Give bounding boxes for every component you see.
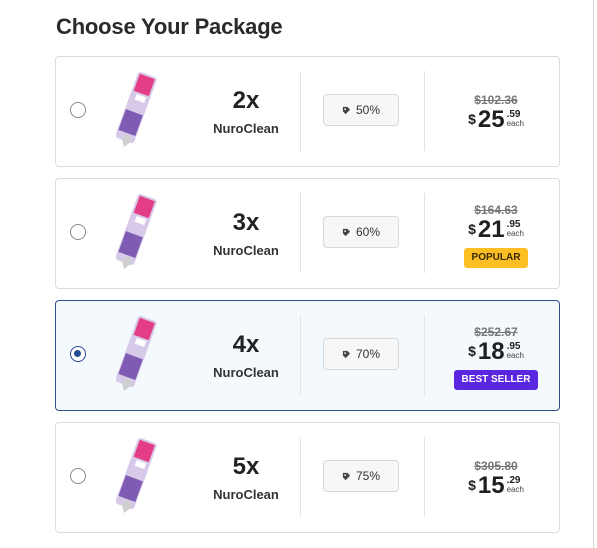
product-image [116,194,157,269]
product-name: NuroClean [213,365,279,380]
currency: $ [468,221,476,237]
currency: $ [468,477,476,493]
discount-value: 75% [355,469,381,483]
radio-icon[interactable] [70,102,86,118]
price-each: each [506,485,524,494]
old-price: $252.67 [474,325,518,339]
discount-value: 60% [355,225,381,239]
package-card-4x[interactable]: 4x NuroClean 70% $252.67 $ 18 .95 each B… [55,300,560,411]
radio-icon[interactable] [70,224,86,240]
tag-icon [342,106,351,114]
best-seller-badge: BEST SELLER [453,370,539,390]
package-qty: 5x [232,453,260,480]
package-qty: 3x [232,209,260,236]
price-dollars: 25 [477,106,505,133]
old-price: $164.63 [474,203,518,217]
currency: $ [468,343,476,359]
product-name: NuroClean [213,243,279,258]
product-image [116,72,157,147]
divider-line [593,0,594,548]
price-dollars: 18 [477,338,505,365]
product-name: NuroClean [213,121,279,136]
discount-badge: 75% [323,460,399,492]
price-block: $252.67 $ 18 .95 each BEST SELLER [451,325,541,390]
tag-icon [342,228,351,236]
discount-value: 70% [355,347,381,361]
currency: $ [468,111,476,127]
price-block: $305.80 $ 15 .29 each [451,459,541,498]
package-card-3x[interactable]: 3x NuroClean 60% $164.63 $ 21 .95 each P… [55,178,560,289]
package-qty: 2x [232,87,260,114]
discount-badge: 60% [323,216,399,248]
price-each: each [506,119,524,128]
price-each: each [506,229,524,238]
discount-badge: 70% [323,338,399,370]
discount-badge: 50% [323,94,399,126]
price-each: each [506,351,524,360]
price-block: $102.36 $ 25 .59 each [451,93,541,132]
new-price: $ 21 .95 each [451,218,541,242]
old-price: $305.80 [474,459,518,473]
radio-icon[interactable] [70,468,86,484]
product-image [116,316,157,391]
package-card-2x[interactable]: 2x NuroClean 50% $102.36 $ 25 .59 each [55,56,560,167]
page-title: Choose Your Package [56,14,283,39]
package-card-5x[interactable]: 5x NuroClean 75% $305.80 $ 15 .29 each [55,422,560,533]
package-list: 2x NuroClean 50% $102.36 $ 25 .59 each 3… [55,56,560,544]
new-price: $ 25 .59 each [451,108,541,132]
popular-badge: POPULAR [463,248,529,268]
radio-icon[interactable] [70,346,86,362]
new-price: $ 15 .29 each [451,474,541,498]
price-block: $164.63 $ 21 .95 each POPULAR [451,203,541,268]
product-name: NuroClean [213,487,279,502]
tag-icon [342,472,351,480]
price-dollars: 15 [477,472,505,499]
new-price: $ 18 .95 each [451,340,541,364]
product-image [116,438,157,513]
discount-value: 50% [355,103,381,117]
tag-icon [342,350,351,358]
price-dollars: 21 [477,216,505,243]
package-qty: 4x [232,331,260,358]
old-price: $102.36 [474,93,518,107]
